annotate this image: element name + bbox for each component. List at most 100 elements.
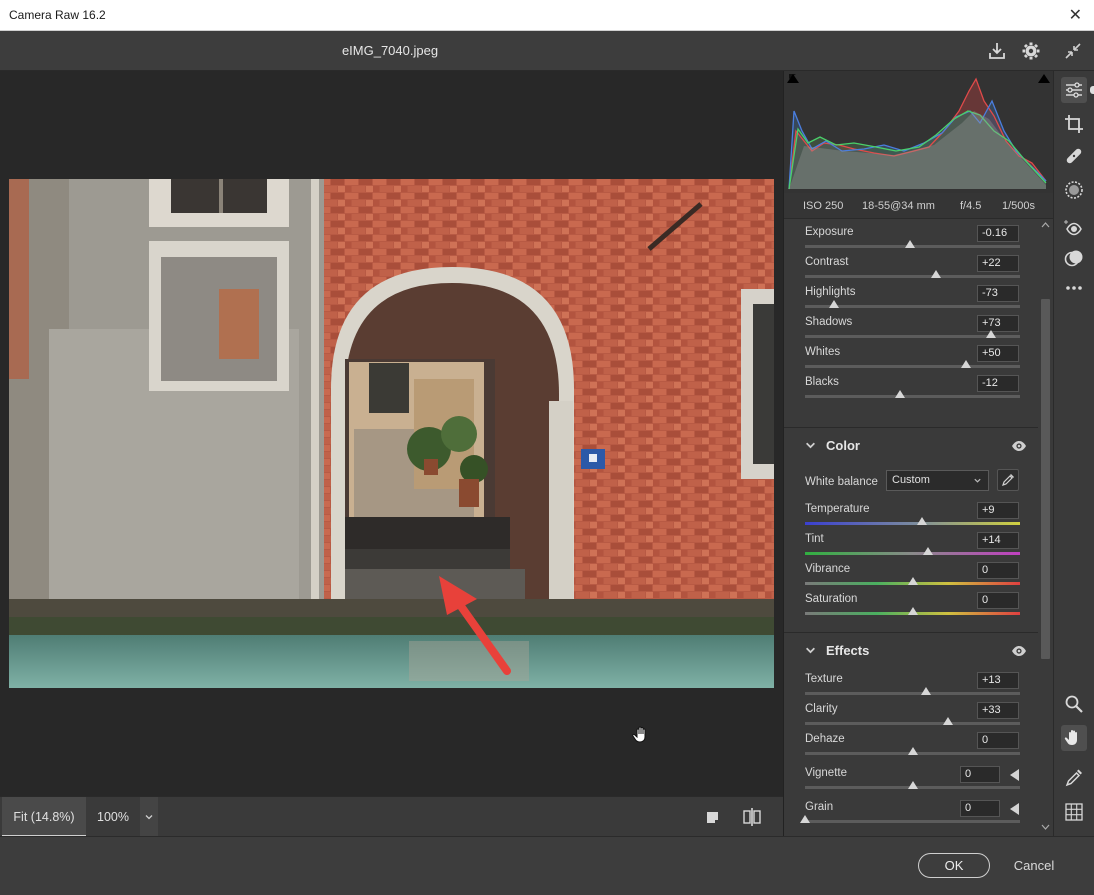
slider-thumb[interactable] (922, 547, 933, 555)
fullscreen-toggle-button[interactable] (1061, 39, 1085, 63)
slider-value-input[interactable]: +14 (977, 532, 1019, 549)
slider-value-input[interactable]: +9 (977, 502, 1019, 519)
zoom-bar: Fit (14.8%) 100% (0, 796, 783, 837)
slider-texture[interactable]: Texture +13 (784, 670, 1039, 700)
slider-thumb[interactable] (907, 781, 918, 789)
heal-tool-button[interactable] (1061, 143, 1087, 169)
cancel-button[interactable]: Cancel (1003, 853, 1065, 878)
slider-vignette[interactable]: Vignette 0 (784, 764, 1039, 794)
slider-track[interactable] (805, 275, 1020, 278)
slider-tint[interactable]: Tint +14 (784, 530, 1039, 560)
image-canvas[interactable] (0, 71, 783, 796)
slider-thumb[interactable] (907, 577, 918, 585)
eye-icon[interactable] (1011, 645, 1027, 660)
effects-section-title: Effects (826, 643, 870, 658)
white-balance-row: White balance Custom (784, 469, 1039, 499)
slider-track[interactable] (805, 722, 1020, 725)
presets-tool-button[interactable] (1061, 245, 1087, 271)
slider-thumb[interactable] (894, 390, 905, 398)
zoom-tool-button[interactable] (1061, 691, 1087, 717)
masking-tool-button[interactable] (1061, 177, 1087, 203)
chevron-down-icon[interactable] (805, 440, 816, 454)
white-balance-eyedropper-button[interactable] (997, 469, 1019, 491)
edit-tool-button[interactable] (1061, 77, 1087, 103)
before-after-button[interactable] (742, 807, 762, 827)
zoom-100-button[interactable]: 100% (86, 797, 140, 837)
expand-triangle-icon[interactable] (1010, 769, 1019, 781)
ok-button[interactable]: OK (918, 853, 990, 878)
toggle-view-button[interactable] (704, 808, 722, 826)
scrollbar-thumb[interactable] (1041, 299, 1050, 659)
color-section-header[interactable]: Color (784, 427, 1039, 463)
before-after-icon (743, 808, 761, 826)
effects-section-header[interactable]: Effects (784, 632, 1039, 668)
slider-value-input[interactable]: 0 (977, 732, 1019, 749)
slider-value-input[interactable]: +73 (977, 315, 1019, 332)
panel-scroll-area[interactable]: Exposure -0.16 Contrast +22 Highlights -73 Sha… (784, 219, 1039, 836)
slider-value-input[interactable]: +13 (977, 672, 1019, 689)
slider-thumb[interactable] (800, 815, 810, 823)
slider-value-input[interactable]: 0 (977, 592, 1019, 609)
slider-track[interactable] (805, 395, 1020, 398)
slider-value-input[interactable]: 0 (960, 800, 1000, 817)
slider-value-input[interactable]: +22 (977, 255, 1019, 272)
chevron-down-icon[interactable] (805, 645, 816, 659)
slider-track[interactable] (805, 820, 1020, 823)
photo-preview[interactable] (9, 179, 774, 688)
zoom-fit-button[interactable]: Fit (14.8%) (2, 797, 86, 837)
slider-value-input[interactable]: 0 (977, 562, 1019, 579)
slider-contrast[interactable]: Contrast +22 (784, 253, 1039, 283)
slider-dehaze[interactable]: Dehaze 0 (784, 730, 1039, 760)
settings-button[interactable] (1019, 39, 1043, 63)
more-tools-button[interactable] (1061, 275, 1087, 301)
slider-thumb[interactable] (921, 687, 932, 695)
scroll-down-icon[interactable] (1041, 820, 1050, 834)
slider-track[interactable] (805, 365, 1020, 368)
file-name: eIMG_7040.jpeg (341, 43, 439, 58)
slider-value-input[interactable]: 0 (960, 766, 1000, 783)
slider-thumb[interactable] (961, 360, 972, 368)
color-sampler-tool-button[interactable] (1061, 765, 1087, 791)
grid-overlay-button[interactable] (1061, 799, 1087, 825)
slider-thumb[interactable] (829, 300, 840, 308)
red-eye-tool-button[interactable] (1061, 215, 1087, 241)
slider-thumb[interactable] (905, 240, 916, 248)
slider-label: Dehaze (805, 733, 845, 745)
slider-track[interactable] (805, 692, 1020, 695)
slider-track[interactable] (805, 522, 1020, 525)
save-image-button[interactable] (985, 39, 1009, 63)
slider-value-input[interactable]: +33 (977, 702, 1019, 719)
slider-blacks[interactable]: Blacks -12 (784, 373, 1039, 403)
slider-thumb[interactable] (985, 330, 996, 338)
crop-tool-button[interactable] (1061, 111, 1087, 137)
grid-icon (1065, 803, 1083, 821)
slider-thumb[interactable] (917, 517, 928, 525)
hand-tool-button[interactable] (1061, 725, 1087, 751)
slider-value-input[interactable]: -73 (977, 285, 1019, 302)
slider-grain[interactable]: Grain 0 (784, 798, 1039, 828)
slider-thumb[interactable] (942, 717, 953, 725)
slider-value-input[interactable]: +50 (977, 345, 1019, 362)
tool-strip (1053, 71, 1094, 836)
slider-whites[interactable]: Whites +50 (784, 343, 1039, 373)
slider-temperature[interactable]: Temperature +9 (784, 500, 1039, 530)
slider-track[interactable] (805, 552, 1020, 555)
slider-saturation[interactable]: Saturation 0 (784, 590, 1039, 620)
zoom-dropdown-button[interactable] (140, 797, 158, 837)
slider-thumb[interactable] (931, 270, 942, 278)
panel-scrollbar[interactable] (1038, 219, 1053, 836)
expand-triangle-icon[interactable] (1010, 803, 1019, 815)
slider-value-input[interactable]: -0.16 (977, 225, 1019, 242)
slider-highlights[interactable]: Highlights -73 (784, 283, 1039, 313)
scroll-up-icon[interactable] (1041, 221, 1050, 231)
slider-shadows[interactable]: Shadows +73 (784, 313, 1039, 343)
close-window-button[interactable]: ✕ (1069, 0, 1082, 31)
slider-thumb[interactable] (907, 747, 918, 755)
slider-exposure[interactable]: Exposure -0.16 (784, 223, 1039, 253)
slider-value-input[interactable]: -12 (977, 375, 1019, 392)
slider-vibrance[interactable]: Vibrance 0 (784, 560, 1039, 590)
slider-clarity[interactable]: Clarity +33 (784, 700, 1039, 730)
slider-thumb[interactable] (907, 607, 918, 615)
eye-icon[interactable] (1011, 440, 1027, 455)
white-balance-select[interactable]: Custom (886, 470, 989, 491)
